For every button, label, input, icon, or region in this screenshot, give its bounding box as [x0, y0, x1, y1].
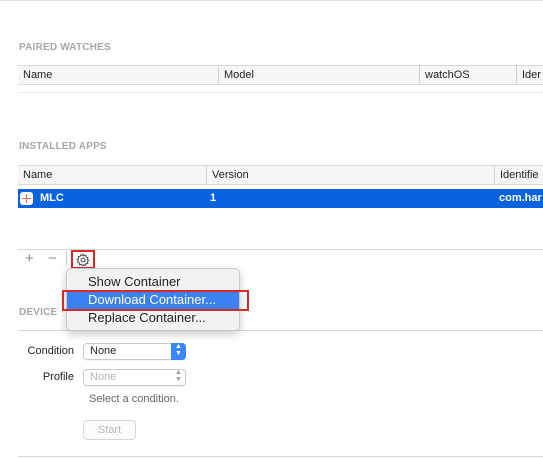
- top-divider: [0, 0, 543, 1]
- updown-chevron-icon: ▲ ▼: [175, 369, 182, 383]
- paired-watches-title: PAIRED WATCHES: [19, 42, 111, 53]
- toolbar-separator: [66, 252, 67, 266]
- paired-watches-header: Name Model watchOS Ider: [18, 65, 543, 85]
- app-icon: [20, 192, 33, 205]
- device-section-title: DEVICE: [19, 307, 58, 318]
- profile-label: Profile: [42, 371, 74, 383]
- profile-value: None: [90, 371, 117, 383]
- installed-apps-header: Name Version Identifie: [18, 165, 543, 185]
- installed-apps-bottom: [18, 249, 543, 250]
- start-button[interactable]: Start: [83, 420, 136, 440]
- paired-watches-bottom: [18, 92, 543, 93]
- bottom-divider: [18, 456, 543, 457]
- table-row[interactable]: MLC 1 com.har: [18, 189, 543, 208]
- profile-select[interactable]: None ▲ ▼: [83, 369, 186, 386]
- column-version[interactable]: Version: [206, 166, 494, 184]
- column-name[interactable]: Name: [18, 166, 206, 184]
- column-name[interactable]: Name: [18, 66, 218, 84]
- download-highlight-annotation: [62, 290, 249, 311]
- column-identifier[interactable]: Identifie: [494, 166, 543, 184]
- app-name: MLC: [40, 192, 64, 204]
- remove-button[interactable]: −: [48, 251, 57, 267]
- condition-value: None: [90, 345, 117, 357]
- gear-button[interactable]: [71, 250, 95, 269]
- condition-select[interactable]: None ▲ ▼: [83, 343, 186, 360]
- column-identifier[interactable]: Ider: [516, 66, 543, 84]
- column-watchos[interactable]: watchOS: [419, 66, 516, 84]
- condition-hint: Select a condition.: [89, 393, 179, 405]
- app-version: 1: [210, 192, 217, 204]
- add-button[interactable]: +: [25, 251, 34, 267]
- app-identifier: com.har: [499, 192, 542, 204]
- show-container-item[interactable]: Show Container: [67, 273, 239, 291]
- gear-icon: [76, 252, 90, 267]
- updown-chevron-icon: ▲ ▼: [171, 343, 186, 360]
- replace-container-item[interactable]: Replace Container...: [67, 309, 239, 327]
- column-model[interactable]: Model: [218, 66, 419, 84]
- installed-apps-title: INSTALLED APPS: [19, 141, 107, 152]
- condition-label: Condition: [27, 345, 74, 357]
